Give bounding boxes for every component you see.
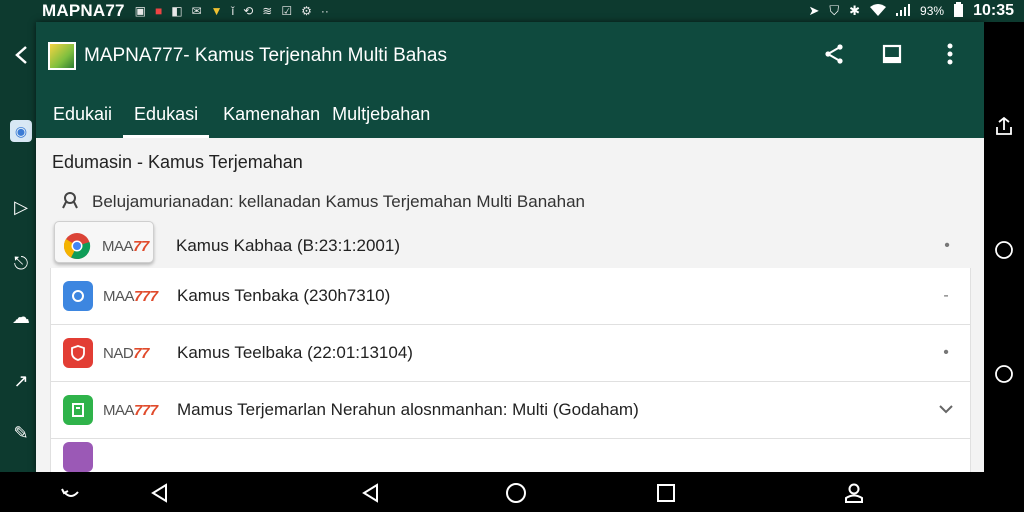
- check-notification-icon: ☑: [281, 4, 293, 18]
- item-brand: NAD77: [103, 344, 149, 362]
- location-icon: ➤: [808, 3, 820, 18]
- section-title: Edumasin - Kamus Terjemahan: [52, 152, 303, 172]
- app-notification-icon: ◧: [171, 4, 183, 18]
- dash-icon: -: [943, 287, 949, 304]
- battery-icon: [954, 2, 964, 20]
- tab-bar: Edukaii Edukasi Kamenahan Multjebahan: [36, 90, 984, 138]
- app-title: MAPNA777- Kamus Terjenahn Multi Bahas: [84, 45, 447, 66]
- list-item[interactable]: MAA777 Mamus Terjemarlan Nerahun alosnma…: [50, 382, 971, 439]
- shield-status-icon: ⛉: [829, 3, 840, 18]
- app-logo-icon: [48, 42, 76, 70]
- dot-icon: •: [944, 237, 950, 254]
- subtitle-row: Belujamurianadan: kellanadan Kamus Terje…: [50, 182, 971, 222]
- mail-notification-icon: ✉: [191, 4, 202, 18]
- square-icon: [63, 395, 93, 425]
- share-button[interactable]: [812, 34, 856, 78]
- recents-icon[interactable]: [653, 480, 679, 506]
- list-item[interactable]: MAA77 Kamus Kabhaa (B:23:1:2001) •: [50, 221, 971, 268]
- subtitle-text: Belujamurianadan: kellanadan Kamus Terje…: [92, 192, 585, 211]
- list-item-partial[interactable]: [50, 439, 971, 472]
- window-button[interactable]: [870, 34, 914, 78]
- back-icon-2[interactable]: [358, 480, 384, 506]
- right-rail: [984, 22, 1024, 472]
- tab-multjebahan[interactable]: Multjebahan: [320, 104, 441, 138]
- overflow-menu-button[interactable]: [928, 34, 972, 78]
- more-notifications-icon: ··: [320, 4, 329, 18]
- item-menu-button[interactable]: -: [934, 287, 958, 305]
- item-menu-button[interactable]: •: [934, 344, 958, 362]
- browser-icon[interactable]: ◉: [10, 120, 32, 142]
- back-arrow-icon[interactable]: [10, 44, 32, 66]
- item-brand: MAA77: [102, 237, 149, 255]
- item-list: MAA77 Kamus Kabhaa (B:23:1:2001) • MAA77…: [50, 221, 971, 472]
- gear-notification-icon: ⚙: [301, 4, 312, 18]
- play-icon[interactable]: ▷: [10, 196, 32, 218]
- item-text: Kamus Kabhaa (B:23:1:2001): [176, 236, 400, 255]
- exit-icon[interactable]: ⎋: [10, 252, 32, 274]
- signal-icon: [896, 3, 911, 19]
- image-notification-icon: ▣: [134, 4, 146, 18]
- red-notification-icon: ■: [154, 4, 163, 18]
- info-notification-icon: ǐ: [231, 4, 235, 18]
- list-item[interactable]: MAA777 Kamus Tenbaka (230h7310) -: [50, 268, 971, 325]
- tab-edukaii[interactable]: Edukaii: [42, 104, 123, 138]
- item-text: Kamus Teelbaka (22:01:13104): [177, 343, 413, 362]
- sync-notification-icon: ⟲: [243, 4, 254, 18]
- purple-app-icon: [63, 442, 93, 472]
- status-bar: MAPNA77 ▣ ■ ◧ ✉ ▼ ǐ ⟲ ≋ ☑ ⚙ ·· ➤ ⛉ ✱ 93%…: [0, 0, 1024, 22]
- content: Edumasin - Kamus Terjemahan Belujamurian…: [36, 138, 984, 472]
- back-icon[interactable]: [147, 480, 173, 506]
- dot-icon: •: [943, 344, 949, 361]
- app-window: MAPNA777- Kamus Terjenahn Multi Bahas Ed…: [36, 22, 984, 472]
- status-bar-title: MAPNA77: [42, 1, 125, 20]
- wifi-notification-icon: ≋: [262, 4, 273, 18]
- item-text: Kamus Tenbaka (230h7310): [177, 286, 391, 305]
- navigation-bar: [0, 472, 1024, 512]
- item-text: Mamus Terjemarlan Nerahun alosnmanhan: M…: [177, 400, 639, 419]
- clock: 10:35: [973, 2, 1014, 19]
- expand-button[interactable]: [934, 401, 958, 419]
- user-icon[interactable]: [841, 480, 867, 506]
- shield-icon: [63, 338, 93, 368]
- chevron-down-icon: [939, 401, 953, 419]
- left-rail: ◉ ▷ ⎋ ☁ ↗ ✎: [0, 22, 40, 472]
- tab-edukasi[interactable]: Edukasi: [123, 104, 210, 138]
- circle-button-icon-2[interactable]: [992, 362, 1016, 386]
- app-toolbar: MAPNA777- Kamus Terjenahn Multi Bahas: [36, 22, 984, 90]
- more-vertical-icon: [947, 43, 953, 70]
- tab-kamenahan[interactable]: Kamenahan: [209, 104, 320, 138]
- notification-icons: ▣ ■ ◧ ✉ ▼ ǐ ⟲ ≋ ☑ ⚙ ··: [135, 4, 329, 18]
- item-menu-button[interactable]: •: [935, 237, 959, 255]
- wifi-icon: [870, 3, 887, 19]
- shield-notification-icon: ▼: [210, 4, 223, 18]
- home-icon[interactable]: [503, 480, 529, 506]
- item-brand: MAA777: [103, 401, 158, 419]
- battery-percent: 93%: [920, 4, 945, 18]
- trend-icon[interactable]: ↗: [10, 370, 32, 392]
- item-brand: MAA777: [103, 287, 158, 305]
- list-item[interactable]: NAD77 Kamus Teelbaka (22:01:13104) •: [50, 325, 971, 382]
- system-icons: ➤ ⛉ ✱ 93% 10:35: [808, 2, 1014, 20]
- circle-button-icon[interactable]: [992, 238, 1016, 262]
- window-icon: [882, 44, 902, 69]
- share-icon: [823, 43, 845, 70]
- chrome-icon: [62, 231, 92, 261]
- rotate-icon[interactable]: [58, 480, 84, 506]
- share-up-icon[interactable]: [992, 114, 1016, 138]
- bluetooth-icon: ✱: [849, 3, 861, 18]
- cloud-icon[interactable]: ☁: [10, 306, 32, 328]
- pin-icon: [60, 190, 80, 215]
- circle-icon: [63, 281, 93, 311]
- edit-icon[interactable]: ✎: [10, 422, 32, 444]
